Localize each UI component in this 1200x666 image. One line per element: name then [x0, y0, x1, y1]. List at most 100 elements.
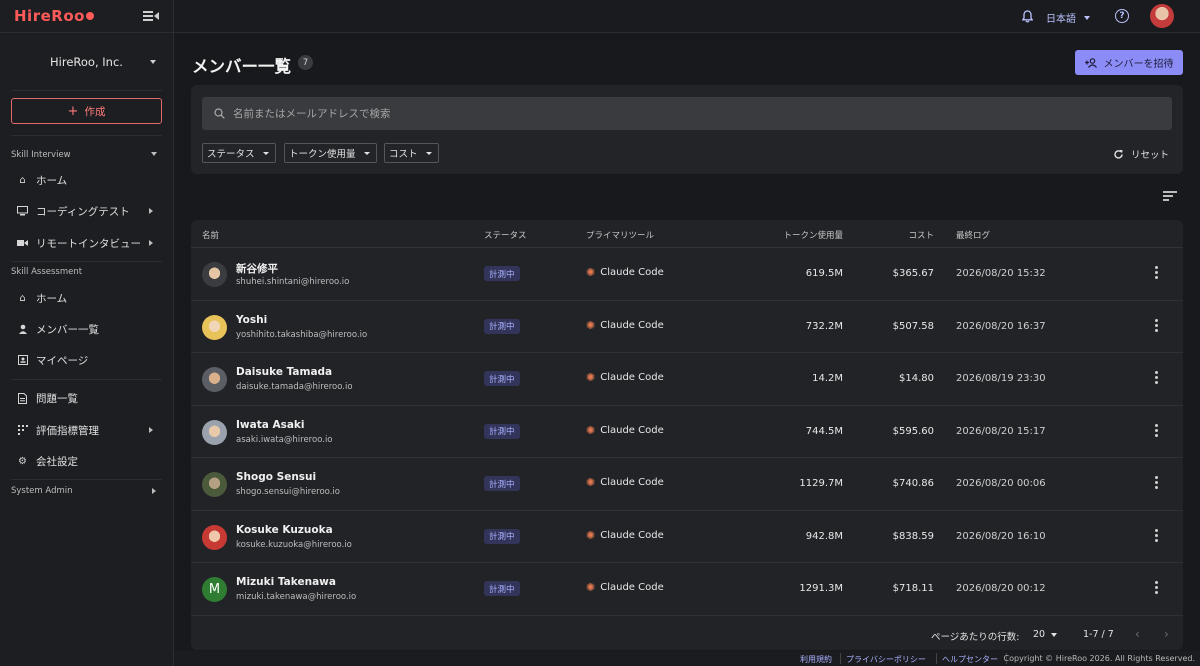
more-vert-icon[interactable] [1155, 423, 1159, 439]
collapse-sidebar-icon[interactable] [143, 9, 159, 23]
divider [936, 653, 937, 664]
section-label-skill-interview[interactable]: Skill Interview [11, 150, 71, 160]
sidebar-item-label: 問題一覧 [36, 392, 78, 405]
id-card-icon [17, 355, 28, 366]
table-row[interactable]: Daisuke Tamada daisuke.tamada@hireroo.io… [191, 353, 1183, 406]
more-vert-icon[interactable] [1155, 318, 1159, 334]
filter-cost[interactable]: コスト [384, 143, 439, 163]
column-header-last-log[interactable]: 最終ログ [956, 229, 990, 241]
filter-status[interactable]: ステータス [202, 143, 276, 163]
claude-icon: ✺ [586, 266, 596, 279]
help-icon[interactable]: ? [1115, 9, 1129, 23]
table-row[interactable]: Yoshi yoshihito.takashiba@hireroo.io 計測中… [191, 301, 1183, 353]
help-center-link[interactable]: ヘルプセンター [942, 654, 998, 665]
member-name[interactable]: Kosuke Kuzuoka [236, 524, 333, 536]
cost: $838.59 [892, 530, 934, 542]
member-name[interactable]: Iwata Asaki [236, 419, 305, 431]
token-usage: 1129.7M [799, 478, 843, 489]
rows-per-page-select[interactable]: 20 [1033, 629, 1058, 640]
member-name[interactable]: Mizuki Takenawa [236, 576, 336, 588]
table-row[interactable]: Shogo Sensui shogo.sensui@hireroo.io 計測中… [191, 458, 1183, 511]
sidebar-item-members[interactable]: メンバー一覧 [17, 319, 157, 339]
sidebar-item-remote-interview[interactable]: リモートインタビュー [17, 233, 157, 253]
sidebar-item-coding-test[interactable]: コーディングテスト [17, 201, 157, 221]
invite-member-button[interactable]: メンバーを招待 [1075, 50, 1183, 75]
section-label-system-admin[interactable]: System Admin [11, 486, 73, 496]
chevron-down-icon [150, 60, 156, 64]
table-header: 名前 ステータス プライマリツール トークン使用量 コスト 最終ログ [191, 220, 1183, 248]
bell-icon[interactable] [1022, 10, 1033, 23]
app-logo-text: HireRoo [14, 7, 85, 25]
sidebar-item-company-settings[interactable]: ⚙ 会社設定 [17, 451, 157, 471]
status-badge: 計測中 [484, 528, 520, 544]
terms-link[interactable]: 利用規約 [800, 654, 832, 665]
org-name: HireRoo, Inc. [50, 54, 123, 69]
chevron-down-icon[interactable] [151, 152, 157, 156]
next-page-icon[interactable]: › [1164, 627, 1169, 641]
sort-icon[interactable] [1163, 191, 1177, 203]
user-avatar[interactable] [1150, 4, 1174, 28]
document-icon [17, 392, 28, 404]
section-label-skill-assessment: Skill Assessment [11, 267, 83, 277]
column-header-name[interactable]: 名前 [202, 229, 219, 241]
filter-label: ステータス [207, 149, 255, 160]
logo-row: HireRoo [0, 0, 173, 33]
sidebar-item-label: コーディングテスト [36, 205, 130, 218]
member-email: kosuke.kuzuoka@hireroo.io [236, 539, 352, 550]
reset-button[interactable]: リセット [1113, 147, 1169, 161]
column-header-status[interactable]: ステータス [484, 229, 527, 241]
divider [840, 653, 841, 664]
member-count-badge: 7 [298, 55, 313, 70]
create-button[interactable]: + 作成 [11, 98, 162, 124]
divider [11, 135, 162, 136]
chevron-right-icon [149, 240, 153, 246]
search-icon [214, 108, 225, 119]
pagination: ページあたりの行数: 20 1-7 / 7 ‹ › [191, 620, 1183, 650]
sidebar-item-mypage[interactable]: マイページ [17, 350, 157, 370]
column-header-tokens[interactable]: トークン使用量 [783, 229, 843, 241]
more-vert-icon[interactable] [1155, 528, 1159, 544]
privacy-link[interactable]: プライバシーポリシー [846, 654, 926, 665]
member-name[interactable]: Shogo Sensui [236, 471, 316, 483]
chevron-right-icon[interactable] [152, 488, 156, 494]
app-logo[interactable]: HireRoo [14, 7, 94, 25]
sidebar-item-label: マイページ [36, 354, 89, 367]
more-vert-icon[interactable] [1155, 371, 1159, 386]
filter-token-usage[interactable]: トークン使用量 [284, 143, 377, 163]
table-row[interactable]: Iwata Asaki asaki.iwata@hireroo.io 計測中 ✺… [191, 406, 1183, 458]
sidebar-item-metrics[interactable]: 評価指標管理 [17, 420, 157, 440]
member-email: daisuke.tamada@hireroo.io [236, 382, 353, 392]
more-vert-icon[interactable] [1155, 266, 1159, 281]
language-selector[interactable]: 日本語 [1046, 10, 1090, 25]
prev-page-icon[interactable]: ‹ [1135, 627, 1140, 641]
avatar [202, 314, 227, 340]
token-usage: 14.2M [812, 373, 843, 384]
chevron-right-icon [149, 427, 153, 433]
more-vert-icon[interactable] [1155, 581, 1159, 596]
table-row[interactable]: M Mizuki Takenawa mizuki.takenawa@hirero… [191, 563, 1183, 616]
person-icon [17, 324, 28, 335]
sidebar-item-problems[interactable]: 問題一覧 [17, 388, 157, 408]
claude-icon: ✺ [586, 371, 596, 384]
last-log: 2026/08/20 15:32 [956, 268, 1046, 279]
last-log: 2026/08/20 00:12 [956, 583, 1046, 594]
column-header-primary-tool[interactable]: プライマリツール [586, 229, 654, 241]
org-selector[interactable]: HireRoo, Inc. [11, 33, 162, 91]
avatar [202, 524, 227, 550]
member-name[interactable]: 新谷修平 [236, 261, 278, 276]
invite-member-label: メンバーを招待 [1103, 59, 1174, 70]
sidebar-item-si-home[interactable]: ⌂ ホーム [17, 170, 157, 190]
monitor-icon [17, 206, 28, 217]
cost: $365.67 [892, 268, 934, 279]
table-row[interactable]: Kosuke Kuzuoka kosuke.kuzuoka@hireroo.io… [191, 511, 1183, 563]
table-row[interactable]: 新谷修平 shuhei.shintani@hireroo.io 計測中 ✺ Cla… [191, 248, 1183, 301]
member-name[interactable]: Daisuke Tamada [236, 366, 332, 378]
search-input[interactable]: 名前またはメールアドレスで検索 [202, 97, 1172, 130]
member-name[interactable]: Yoshi [236, 314, 267, 326]
rows-per-page-value: 20 [1033, 629, 1046, 640]
more-vert-icon[interactable] [1155, 476, 1159, 491]
home-icon: ⌂ [19, 292, 26, 304]
sidebar-item-sa-home[interactable]: ⌂ ホーム [17, 288, 157, 308]
column-header-cost[interactable]: コスト [908, 229, 934, 241]
primary-tool-label: Claude Code [600, 372, 664, 383]
